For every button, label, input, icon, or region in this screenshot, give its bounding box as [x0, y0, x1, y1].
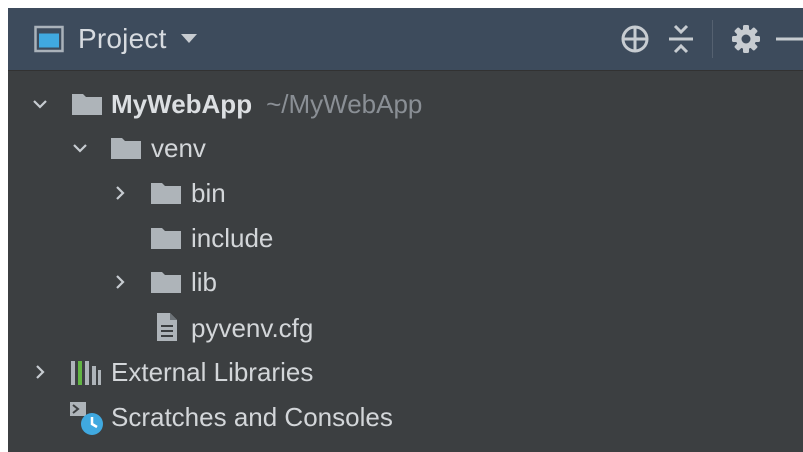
tree-node-bin[interactable]: bin — [8, 171, 803, 215]
library-icon — [71, 361, 101, 385]
chevron-down-icon[interactable] — [32, 96, 48, 112]
tree-node-label: Scratches and Consoles — [111, 401, 393, 432]
select-opened-file-icon — [621, 25, 649, 53]
project-path: ~/MyWebApp — [266, 88, 423, 119]
select-opened-file-button[interactable] — [616, 20, 654, 58]
scratches-icon — [70, 402, 103, 435]
tree-node-label: pyvenv.cfg — [191, 312, 314, 343]
header-toolbar — [608, 8, 803, 70]
tree-node-scratches[interactable]: Scratches and Consoles — [8, 395, 803, 439]
collapse-all-icon — [669, 24, 693, 54]
tree-node-root[interactable]: MyWebApp ~/MyWebApp — [8, 82, 803, 126]
tree-node-label: include — [191, 222, 274, 253]
folder-icon — [111, 138, 141, 159]
folder-icon — [151, 228, 181, 249]
chevron-down-icon[interactable] — [72, 140, 88, 156]
hide-button[interactable] — [773, 20, 803, 58]
folder-icon — [151, 272, 181, 293]
chevron-down-icon[interactable] — [180, 34, 197, 44]
tree-node-label: lib — [191, 266, 218, 297]
project-tool-window: Project MyWebApp ~/MyWebApp venv bin inc… — [8, 8, 803, 452]
hide-icon — [776, 37, 803, 41]
project-window-icon — [34, 25, 64, 53]
text-file-icon — [157, 313, 177, 341]
chevron-right-icon[interactable] — [32, 364, 48, 380]
chevron-right-icon[interactable] — [112, 274, 128, 290]
tree-node-label: MyWebApp ~/MyWebApp — [111, 88, 423, 119]
tree-node-external-libraries[interactable]: External Libraries — [8, 350, 803, 394]
tree-node-venv[interactable]: venv — [8, 126, 803, 170]
chevron-right-icon[interactable] — [112, 185, 128, 201]
tree-node-label: venv — [151, 132, 206, 163]
gear-icon — [732, 25, 760, 53]
tree-node-lib[interactable]: lib — [8, 260, 803, 304]
tree-node-include[interactable]: include — [8, 216, 803, 260]
tree-node-label: External Libraries — [111, 356, 314, 387]
header-title: Project — [78, 23, 167, 54]
folder-icon — [72, 94, 102, 115]
tool-window-header: Project — [8, 8, 803, 71]
settings-button[interactable] — [727, 20, 765, 58]
folder-icon — [151, 183, 181, 204]
toolbar-separator — [712, 20, 713, 58]
tree-node-label: bin — [191, 177, 226, 208]
project-view-selector[interactable]: Project — [8, 8, 197, 70]
collapse-all-button[interactable] — [662, 20, 700, 58]
tree-node-pyvenv-cfg[interactable]: pyvenv.cfg — [8, 306, 803, 350]
